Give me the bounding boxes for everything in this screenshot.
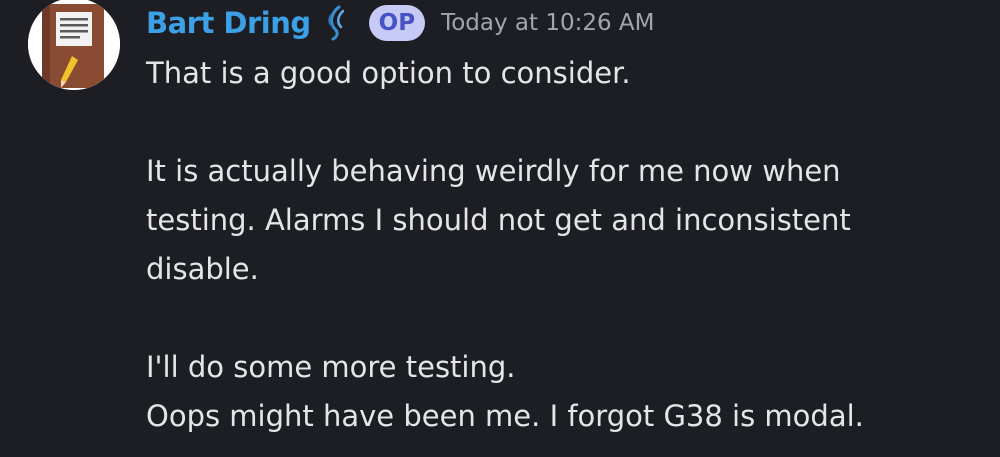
message-line: testing. Alarms I should not get and inc… <box>146 203 851 237</box>
chat-message: Bart Dring OP Today at 10:26 AM That is … <box>0 0 1000 457</box>
message-line: disable. <box>146 252 259 286</box>
message-line: Oops might have been me. I forgot G38 is… <box>146 399 864 433</box>
avatar[interactable] <box>28 0 120 90</box>
message-header: Bart Dring OP Today at 10:26 AM <box>146 0 655 46</box>
message-content: That is a good option to consider. It is… <box>146 49 986 441</box>
message-line: That is a good option to consider. <box>146 56 631 90</box>
role-leaf-icon[interactable] <box>325 5 347 41</box>
message-line: It is actually behaving weirdly for me n… <box>146 154 841 188</box>
username[interactable]: Bart Dring <box>146 6 311 40</box>
message-line-blank <box>146 98 986 147</box>
notebook-pencil-icon <box>28 0 120 90</box>
timestamp[interactable]: Today at 10:26 AM <box>441 10 654 36</box>
message-line-blank <box>146 294 986 343</box>
op-badge: OP <box>368 5 426 41</box>
message-line: I'll do some more testing. <box>146 350 516 384</box>
